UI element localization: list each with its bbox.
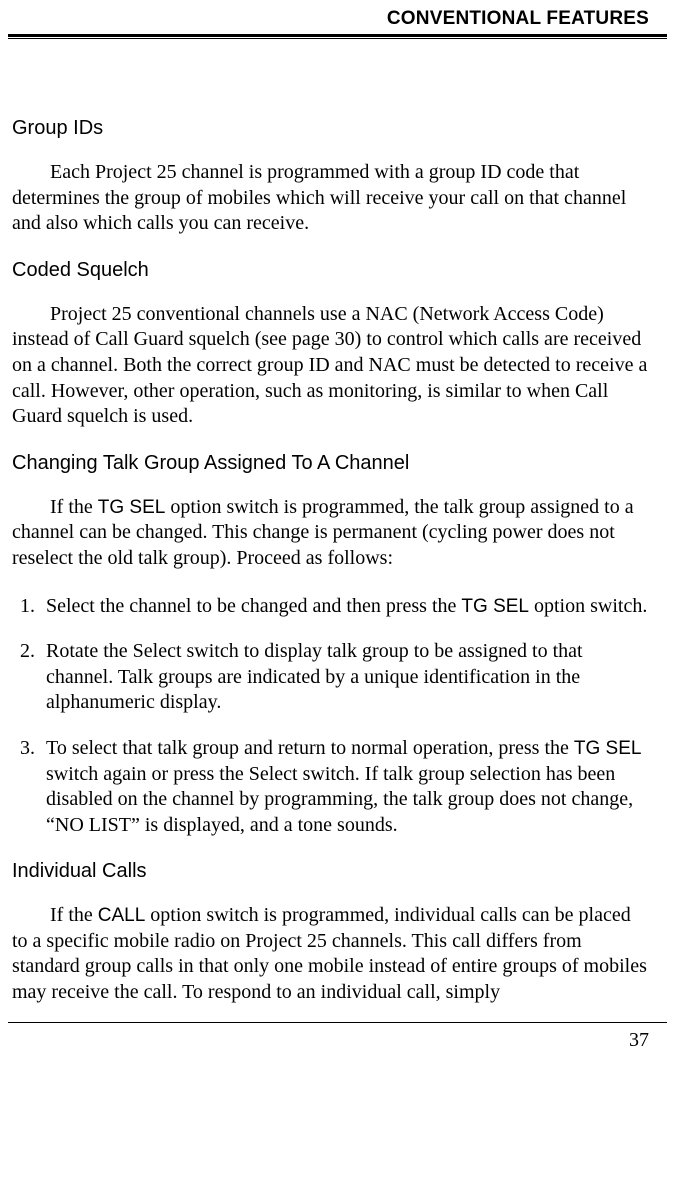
para-coded-squelch: Project 25 conventional channels use a N… [12,302,651,430]
para-changing-tg-intro: If the TG SEL option switch is programme… [12,495,651,572]
text-call: CALL [98,905,146,926]
content-area: Group IDs Each Project 25 channel is pro… [0,39,675,1006]
text-tg-intro-pre: If the [50,496,98,518]
text-tg-sel-2: TG SEL [461,596,529,617]
text-ic-pre: If the [50,904,98,926]
heading-group-ids: Group IDs [12,117,651,140]
heading-coded-squelch: Coded Squelch [12,259,651,282]
step-1-pre: Select the channel to be changed and the… [46,595,461,617]
step-1-post: option switch. [529,595,647,617]
text-tg-sel-1: TG SEL [98,497,166,518]
heading-changing-tg: Changing Talk Group Assigned To A Channe… [12,452,651,475]
steps-list: Select the channel to be changed and the… [12,594,651,839]
header-rule-thick [8,34,667,37]
step-2: Rotate the Select switch to display talk… [40,639,651,716]
step-3-post: switch again or press the Select switch.… [46,763,633,836]
page-number: 37 [0,1023,675,1060]
step-3: To select that talk group and return to … [40,736,651,838]
para-group-ids: Each Project 25 channel is programmed wi… [12,160,651,237]
page: CONVENTIONAL FEATURES Group IDs Each Pro… [0,0,675,1060]
para-individual-calls: If the CALL option switch is programmed,… [12,903,651,1005]
step-2-text: Rotate the Select switch to display talk… [46,640,583,713]
heading-individual-calls: Individual Calls [12,860,651,883]
running-header: CONVENTIONAL FEATURES [0,0,675,34]
step-3-pre: To select that talk group and return to … [46,737,574,759]
text-coded-squelch: Project 25 conventional channels use a N… [12,303,647,427]
text-tg-sel-3: TG SEL [574,738,642,759]
text-group-ids: Each Project 25 channel is programmed wi… [12,161,626,234]
step-1: Select the channel to be changed and the… [40,594,651,620]
